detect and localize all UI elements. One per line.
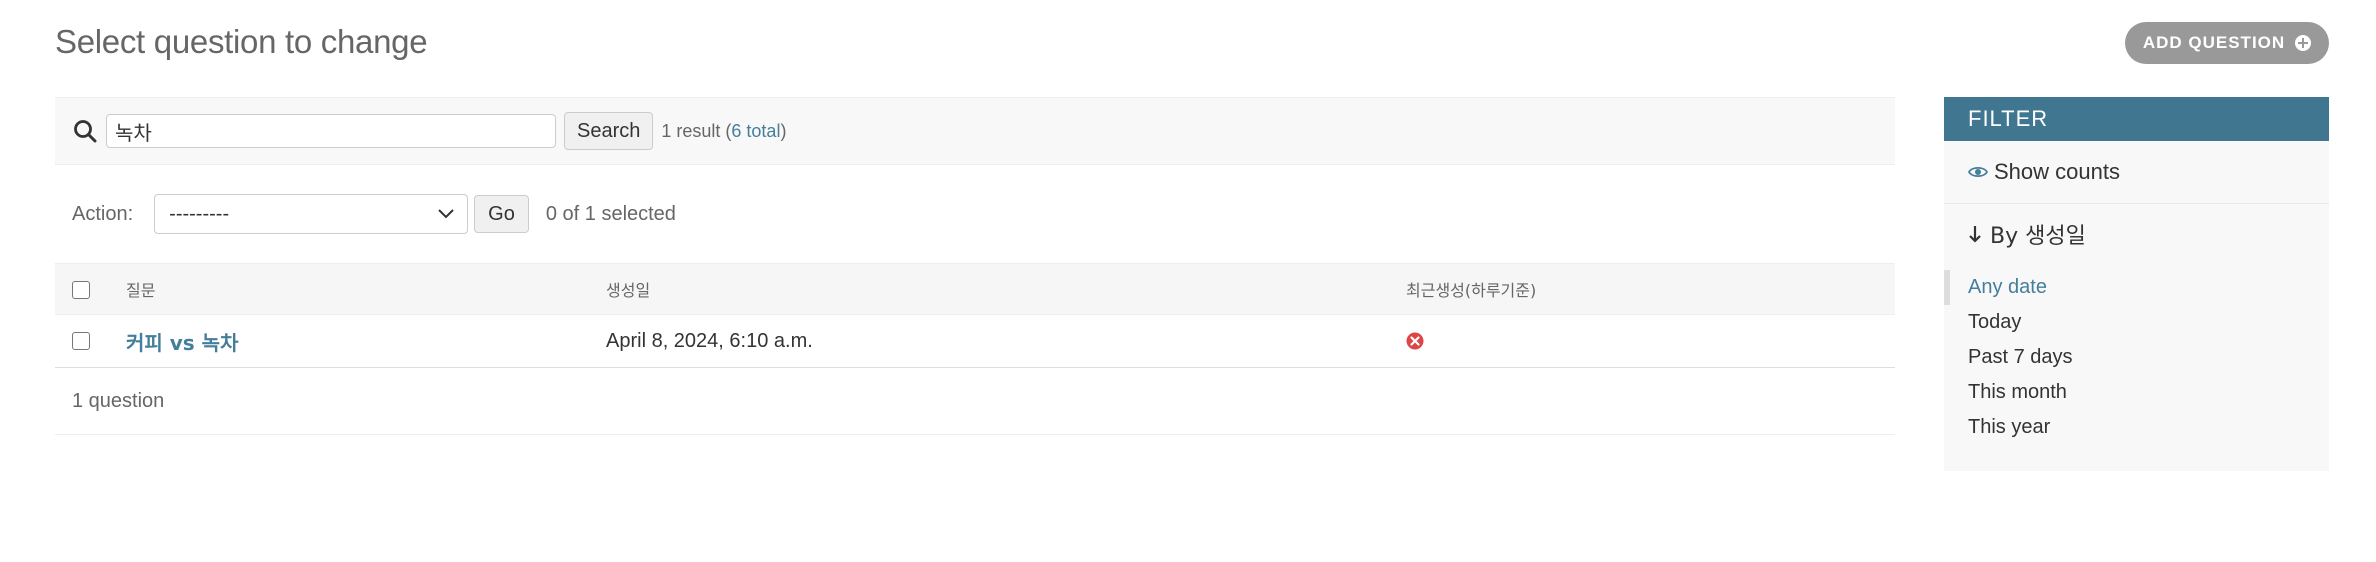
action-label: Action: (72, 202, 134, 225)
filter-option-any-date[interactable]: Any date (1944, 270, 2329, 305)
filter-option-this-year[interactable]: This year (1944, 410, 2329, 445)
search-input[interactable] (106, 114, 556, 148)
action-selected-option: --------- (169, 202, 230, 225)
selected-count: 0 of 1 selected (545, 202, 676, 225)
select-all-header (55, 263, 126, 315)
column-header-question[interactable]: 질문 (126, 263, 606, 315)
search-toolbar: Search 1 result (6 total) (55, 97, 1895, 165)
results-table: 질문 생성일 최근생성(하루기준) 커피 vs 녹차 April 8, 2024… (55, 263, 1895, 368)
question-cell: 커피 vs 녹차 (126, 314, 606, 368)
filter-header: FILTER (1944, 97, 2329, 141)
filter-panel: FILTER Show counts By 생성일 Any date Today… (1944, 97, 2329, 471)
eye-icon (1968, 166, 1988, 178)
add-question-label: ADD QUESTION (2142, 33, 2286, 52)
page-title: Select question to change (55, 23, 428, 60)
column-header-recent[interactable]: 최근생성(하루기준) (1406, 263, 1895, 315)
table-header-row: 질문 생성일 최근생성(하루기준) (55, 263, 1895, 315)
paginator: 1 question (55, 368, 1895, 435)
recent-cell (1406, 314, 1895, 368)
content: Select question to change ADD QUESTION S… (0, 0, 2376, 562)
no-icon (1406, 332, 1424, 350)
row-checkbox[interactable] (72, 332, 90, 351)
filter-section-label: By 생성일 (1990, 224, 2086, 249)
arrow-down-icon (1969, 226, 1981, 243)
search-button[interactable]: Search (564, 112, 654, 150)
changelist: Search 1 result (6 total) Action: ------… (55, 97, 1895, 435)
search-result-summary: 1 result (6 total) (661, 121, 786, 142)
filter-options: Any date Today Past 7 days This month Th… (1944, 270, 2329, 445)
filter-section-title[interactable]: By 생성일 (1944, 218, 2329, 250)
actions-bar: Action: --------- Go 0 of 1 selected (55, 165, 1895, 263)
result-count: 1 result ( (661, 120, 732, 141)
show-counts-label: Show counts (1994, 159, 2120, 184)
search-icon (74, 120, 97, 143)
filter-option-this-month[interactable]: This month (1944, 375, 2329, 410)
filter-option-today[interactable]: Today (1944, 305, 2329, 340)
chevron-down-icon (438, 209, 454, 219)
go-button[interactable]: Go (474, 195, 529, 233)
table-row: 커피 vs 녹차 April 8, 2024, 6:10 a.m. (55, 314, 1895, 368)
created-cell: April 8, 2024, 6:10 a.m. (606, 314, 1406, 368)
result-close: ) (780, 120, 787, 141)
filter-option-past-7-days[interactable]: Past 7 days (1944, 340, 2329, 375)
action-select[interactable]: --------- (154, 194, 469, 234)
plus-icon (2295, 35, 2312, 51)
column-header-created[interactable]: 생성일 (606, 263, 1406, 315)
add-question-button[interactable]: ADD QUESTION (2125, 22, 2329, 64)
row-select-cell (55, 314, 126, 368)
total-link[interactable]: 6 total (731, 121, 780, 141)
select-all-checkbox[interactable] (72, 280, 90, 299)
question-link[interactable]: 커피 vs 녹차 (126, 331, 238, 355)
show-counts-link[interactable]: Show counts (1944, 141, 2329, 204)
